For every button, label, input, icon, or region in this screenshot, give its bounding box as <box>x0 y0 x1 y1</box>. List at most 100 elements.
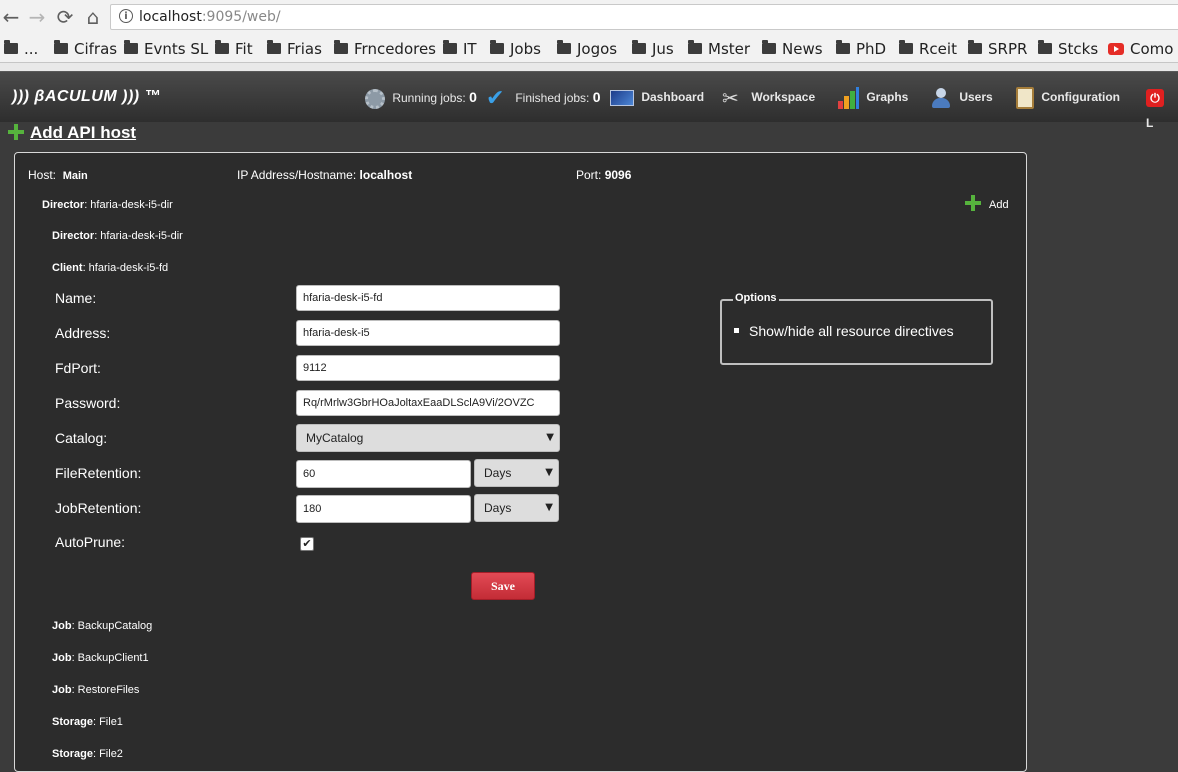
checkmark-icon: ✔ <box>486 85 505 111</box>
forward-icon[interactable]: → <box>26 6 48 28</box>
page-top-strip <box>0 63 1178 71</box>
storage-resource[interactable]: Storage: File2 <box>52 748 123 760</box>
tools-icon: ✂ <box>722 85 739 110</box>
director-resource[interactable]: Director: hfaria-desk-i5-dir <box>42 199 173 211</box>
folder-icon <box>54 40 68 54</box>
address-label: Address: <box>55 325 111 341</box>
name-label: Name: <box>55 290 97 306</box>
add-api-host-link[interactable]: Add API host <box>8 123 136 143</box>
bookmark-item[interactable]: Cifras <box>54 39 117 59</box>
bookmark-item[interactable]: Rceit <box>899 39 957 59</box>
bookmark-item[interactable]: Frias <box>267 39 322 59</box>
users-icon <box>930 87 952 109</box>
dashboard-icon <box>610 89 634 106</box>
options-fieldset: Options Show/hide all resource directive… <box>720 292 993 365</box>
gear-icon <box>365 88 385 109</box>
fdport-label: FdPort: <box>55 360 101 376</box>
catalog-label: Catalog: <box>55 430 108 446</box>
folder-icon <box>557 40 571 54</box>
bookmark-item[interactable]: Fit <box>215 39 253 59</box>
back-icon[interactable]: ← <box>0 6 22 28</box>
address-input[interactable]: hfaria-desk-i5 <box>296 320 560 346</box>
nav-logout[interactable]: ⏻ L <box>1146 84 1178 130</box>
port-info: Port: 9096 <box>576 168 632 182</box>
job-resource[interactable]: Job: BackupCatalog <box>52 620 152 632</box>
nav-dashboard[interactable]: Dashboard <box>610 84 704 110</box>
nav-users[interactable]: Users <box>930 84 993 110</box>
folder-icon <box>968 40 982 54</box>
bookmark-item[interactable]: Stcks <box>1038 39 1098 59</box>
bookmark-item[interactable]: Mster <box>688 39 750 59</box>
sub-director-resource[interactable]: Director: hfaria-desk-i5-dir <box>52 230 183 242</box>
address-bar[interactable]: i localhost:9095/web/ <box>110 4 1178 30</box>
password-input[interactable]: Rq/rMrlw3GbrHOaJoltaxEaaDLSclA9Vi/2OVZC <box>296 390 560 416</box>
dropdown-arrow-icon: ▼ <box>546 432 554 443</box>
folder-icon <box>4 40 18 54</box>
folder-icon <box>490 40 504 54</box>
client-resource[interactable]: Client: hfaria-desk-i5-fd <box>52 262 168 274</box>
youtube-icon <box>1108 43 1124 55</box>
folder-icon <box>762 40 776 54</box>
nav-configuration[interactable]: Configuration <box>1016 84 1120 110</box>
folder-icon <box>836 40 850 54</box>
password-label: Password: <box>55 395 121 411</box>
folder-icon <box>267 40 281 54</box>
ip-address-info: IP Address/Hostname: localhost <box>237 168 413 182</box>
add-resource-button[interactable]: Add <box>965 195 1009 213</box>
running-jobs[interactable]: Running jobs: 0 <box>365 84 477 110</box>
autoprune-label: AutoPrune: <box>55 534 126 550</box>
bookmark-item[interactable]: PhD <box>836 39 886 59</box>
bookmark-item[interactable]: ... <box>4 39 38 59</box>
bookmark-item[interactable]: Evnts SL <box>124 39 208 59</box>
options-legend: Options <box>733 292 779 304</box>
bookmark-item[interactable]: Jobs <box>490 39 541 59</box>
host-info: Host: Main <box>28 168 88 182</box>
host-panel: Host: Main IP Address/Hostname: localhos… <box>14 152 1027 772</box>
power-icon: ⏻ <box>1146 88 1164 107</box>
dropdown-arrow-icon: ▼ <box>545 467 553 478</box>
bookmark-item[interactable]: IT <box>443 39 477 59</box>
job-resource[interactable]: Job: BackupClient1 <box>52 652 149 664</box>
show-hide-directives-link[interactable]: Show/hide all resource directives <box>734 323 954 339</box>
bookmark-item[interactable]: Jus <box>632 39 674 59</box>
folder-icon <box>632 40 646 54</box>
bookmark-item[interactable]: SRPR <box>968 39 1027 59</box>
reload-icon[interactable]: ⟳ <box>54 6 76 28</box>
browser-toolbar: ← → ⟳ ⌂ i localhost:9095/web/ <box>0 0 1178 36</box>
running-jobs-count: 0 <box>469 89 477 105</box>
dropdown-arrow-icon: ▼ <box>545 502 553 513</box>
folder-icon <box>899 40 913 54</box>
autoprune-checkbox[interactable]: ✔ <box>300 537 314 551</box>
info-icon[interactable]: i <box>119 9 133 23</box>
bookmark-item[interactable]: Frncedores <box>334 39 436 59</box>
save-button[interactable]: Save <box>471 572 535 600</box>
catalog-select[interactable]: MyCatalog ▼ <box>296 424 560 452</box>
home-icon[interactable]: ⌂ <box>82 6 104 28</box>
folder-icon <box>688 40 702 54</box>
clipboard-icon <box>1016 86 1034 109</box>
jobretention-unit-select[interactable]: Days ▼ <box>474 494 559 522</box>
nav-workspace[interactable]: ✂ Workspace <box>722 84 815 110</box>
finished-jobs-count: 0 <box>592 89 601 105</box>
storage-resource[interactable]: Storage: File1 <box>52 716 123 728</box>
jobretention-label: JobRetention: <box>55 500 142 516</box>
fileretention-unit-select[interactable]: Days ▼ <box>474 459 559 487</box>
url-text[interactable]: localhost:9095/web/ <box>139 9 281 25</box>
fileretention-label: FileRetention: <box>55 465 142 481</box>
folder-icon <box>1038 40 1052 54</box>
bookmark-item[interactable]: News <box>762 39 823 59</box>
fdport-input[interactable]: 9112 <box>296 355 560 381</box>
nav-graphs[interactable]: Graphs <box>837 84 908 110</box>
bookmarks-bar: ... Cifras Evnts SL Fit Frias Frncedores… <box>0 36 1178 63</box>
bookmark-item[interactable]: Como d <box>1108 39 1178 59</box>
name-input[interactable]: hfaria-desk-i5-fd <box>296 285 560 311</box>
jobretention-input[interactable]: 180 <box>296 495 471 523</box>
folder-icon <box>124 40 138 54</box>
job-resource[interactable]: Job: RestoreFiles <box>52 684 139 696</box>
folder-icon <box>443 40 457 54</box>
app-logo[interactable]: ))) βACULUM ))) ™ <box>12 88 161 106</box>
fileretention-input[interactable]: 60 <box>296 460 471 488</box>
finished-jobs[interactable]: ✔ Finished jobs: 0 <box>486 84 601 110</box>
app-header: ))) βACULUM ))) ™ Running jobs: 0 ✔ Fini… <box>0 71 1178 130</box>
bookmark-item[interactable]: Jogos <box>557 39 617 59</box>
